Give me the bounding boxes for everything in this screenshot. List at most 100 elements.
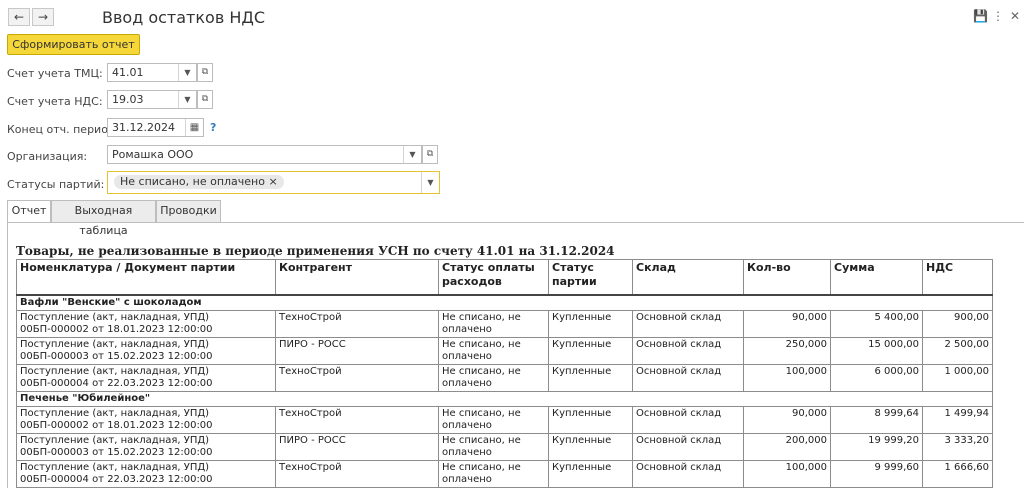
column-header: Сумма xyxy=(830,259,923,296)
nds-account-label: Счет учета НДС: xyxy=(7,95,103,108)
table-cell: Купленные xyxy=(548,460,633,488)
back-button[interactable]: ← xyxy=(8,8,30,26)
table-cell: Поступление (акт, накладная, УПД) 00БП-0… xyxy=(16,337,276,365)
table-cell: Основной склад xyxy=(632,337,744,365)
calendar-icon[interactable]: ▦ xyxy=(185,119,203,136)
table-cell: 90,000 xyxy=(743,406,831,434)
table-row: Поступление (акт, накладная, УПД) 00БП-0… xyxy=(16,364,993,392)
table-cell: Основной склад xyxy=(632,364,744,392)
open-icon[interactable]: ⧉ xyxy=(197,90,213,109)
more-icon[interactable]: ⋮ xyxy=(991,9,1005,23)
table-cell: 3 333,20 xyxy=(922,433,993,461)
table-cell: 200,000 xyxy=(743,433,831,461)
table-cell: ТехноСтрой xyxy=(275,310,439,338)
page-title: Ввод остатков НДС xyxy=(102,8,266,27)
organization-field[interactable]: Ромашка ООО ▼ xyxy=(107,145,422,164)
generate-report-button[interactable]: Сформировать отчет xyxy=(7,34,140,55)
table-header-row: Номенклатура / Документ партии Контрагент… xyxy=(16,259,993,296)
table-cell: Основной склад xyxy=(632,406,744,434)
tmc-account-field[interactable]: 41.01 ▼ xyxy=(107,63,197,82)
table-cell: 2 500,00 xyxy=(922,337,993,365)
table-cell: Не списано, не оплачено xyxy=(438,406,549,434)
column-header: Статус оплаты расходов xyxy=(438,259,549,296)
table-row: Поступление (акт, накладная, УПД) 00БП-0… xyxy=(16,337,993,365)
nds-account-value: 19.03 xyxy=(112,93,144,106)
table-cell: 19 999,20 xyxy=(830,433,923,461)
column-header: Склад xyxy=(632,259,744,296)
table-cell: ПИРО - РОСС xyxy=(275,433,439,461)
table-cell: Купленные xyxy=(548,406,633,434)
table-cell: Поступление (акт, накладная, УПД) 00БП-0… xyxy=(16,406,276,434)
table-row: Поступление (акт, накладная, УПД) 00БП-0… xyxy=(16,460,993,488)
group-name: Печенье "Юбилейное" xyxy=(16,391,993,407)
column-header: Кол-во xyxy=(743,259,831,296)
forward-button[interactable]: → xyxy=(32,8,54,26)
column-header: Статус партии xyxy=(548,259,633,296)
table-cell: 1 000,00 xyxy=(922,364,993,392)
table-cell: Купленные xyxy=(548,337,633,365)
table-cell: 5 400,00 xyxy=(830,310,923,338)
table-cell: ПИРО - РОСС xyxy=(275,337,439,365)
chevron-down-icon[interactable]: ▼ xyxy=(178,64,196,81)
table-cell: Основной склад xyxy=(632,433,744,461)
table-cell: ТехноСтрой xyxy=(275,406,439,434)
table-cell: Поступление (акт, накладная, УПД) 00БП-0… xyxy=(16,364,276,392)
status-tag-label: Не списано, не оплачено xyxy=(120,175,265,188)
nds-account-field[interactable]: 19.03 ▼ xyxy=(107,90,197,109)
table-cell: 900,00 xyxy=(922,310,993,338)
group-name: Вафли "Венские" с шоколадом xyxy=(16,294,993,311)
table-cell: Поступление (акт, накладная, УПД) 00БП-0… xyxy=(16,460,276,488)
organization-label: Организация: xyxy=(7,150,88,163)
organization-value: Ромашка ООО xyxy=(112,148,194,161)
table-cell: Поступление (акт, накладная, УПД) 00БП-0… xyxy=(16,310,276,338)
chevron-down-icon[interactable]: ▼ xyxy=(421,172,439,193)
table-cell: 6 000,00 xyxy=(830,364,923,392)
table-cell: 15 000,00 xyxy=(830,337,923,365)
remove-tag-icon[interactable]: × xyxy=(268,175,277,188)
table-cell: Купленные xyxy=(548,310,633,338)
table-row: Поступление (акт, накладная, УПД) 00БП-0… xyxy=(16,433,993,461)
column-header: НДС xyxy=(922,259,993,296)
report-title: Товары, не реализованные в периоде приме… xyxy=(16,244,615,258)
period-end-value: 31.12.2024 xyxy=(112,121,175,134)
table-cell: 1 666,60 xyxy=(922,460,993,488)
table-cell: Купленные xyxy=(548,364,633,392)
table-cell: Купленные xyxy=(548,433,633,461)
chevron-down-icon[interactable]: ▼ xyxy=(403,146,421,163)
save-icon[interactable]: 💾 xyxy=(973,9,988,23)
table-cell: 1 499,94 xyxy=(922,406,993,434)
table-cell: Не списано, не оплачено xyxy=(438,460,549,488)
table-cell: 250,000 xyxy=(743,337,831,365)
tab-output-table[interactable]: Выходная таблица xyxy=(51,200,156,237)
table-cell: ТехноСтрой xyxy=(275,364,439,392)
batch-status-field[interactable]: Не списано, не оплачено × ▼ xyxy=(107,171,440,194)
report-table: Номенклатура / Документ партии Контрагент… xyxy=(16,259,993,488)
tab-postings[interactable]: Проводки xyxy=(156,200,221,222)
batch-status-label: Статусы партий: xyxy=(7,178,105,191)
table-cell: 100,000 xyxy=(743,460,831,488)
close-icon[interactable]: ✕ xyxy=(1008,9,1022,23)
open-icon[interactable]: ⧉ xyxy=(422,145,438,164)
group-row: Вафли "Венские" с шоколадом xyxy=(16,294,993,311)
open-icon[interactable]: ⧉ xyxy=(197,63,213,82)
help-icon[interactable]: ? xyxy=(210,121,216,134)
table-row: Поступление (акт, накладная, УПД) 00БП-0… xyxy=(16,406,993,434)
column-header: Контрагент xyxy=(275,259,439,296)
table-cell: Не списано, не оплачено xyxy=(438,364,549,392)
status-tag[interactable]: Не списано, не оплачено × xyxy=(114,175,284,189)
table-cell: 90,000 xyxy=(743,310,831,338)
table-cell: 100,000 xyxy=(743,364,831,392)
table-cell: Не списано, не оплачено xyxy=(438,310,549,338)
table-row: Поступление (акт, накладная, УПД) 00БП-0… xyxy=(16,310,993,338)
table-cell: Не списано, не оплачено xyxy=(438,337,549,365)
table-cell: Основной склад xyxy=(632,460,744,488)
table-cell: ТехноСтрой xyxy=(275,460,439,488)
table-cell: 9 999,60 xyxy=(830,460,923,488)
group-row: Печенье "Юбилейное" xyxy=(16,391,993,407)
tmc-account-value: 41.01 xyxy=(112,66,144,79)
column-header: Номенклатура / Документ партии xyxy=(16,259,276,296)
table-cell: Основной склад xyxy=(632,310,744,338)
chevron-down-icon[interactable]: ▼ xyxy=(178,91,196,108)
tab-report[interactable]: Отчет xyxy=(7,200,51,223)
period-end-field[interactable]: 31.12.2024 ▦ xyxy=(107,118,204,137)
